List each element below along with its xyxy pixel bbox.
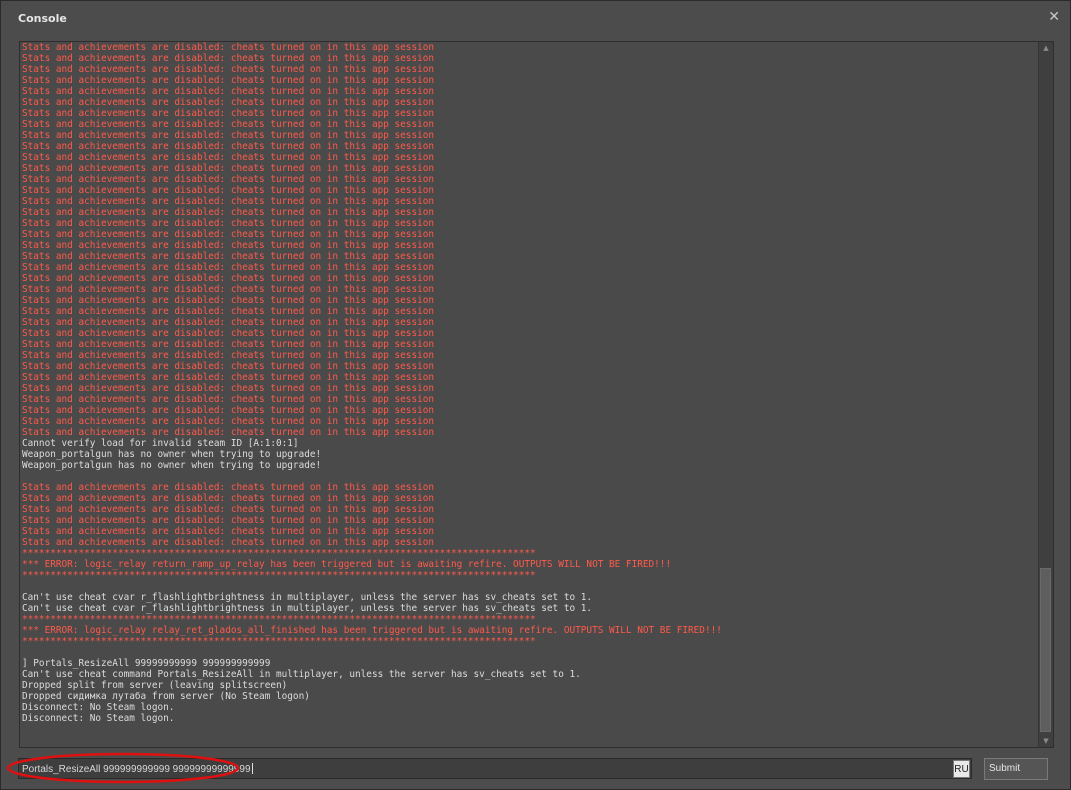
scroll-down-arrow-icon[interactable]: ▼	[1039, 735, 1053, 747]
log-line: Stats and achievements are disabled: che…	[22, 361, 435, 372]
command-input-text[interactable]: Portals_ResizeAll 999999999999 999999999…	[22, 763, 253, 775]
log-line: Stats and achievements are disabled: che…	[22, 504, 435, 515]
log-line: Stats and achievements are disabled: che…	[22, 284, 435, 295]
console-window: Console ✕ Stats and achievements are dis…	[0, 0, 1071, 790]
log-line: Stats and achievements are disabled: che…	[22, 86, 435, 97]
log-line: Can't use cheat cvar r_flashlightbrightn…	[22, 592, 593, 603]
log-line: Dropped сидимка лутаба from server (No S…	[22, 691, 310, 702]
log-line: Stats and achievements are disabled: che…	[22, 372, 435, 383]
log-line: Stats and achievements are disabled: che…	[22, 350, 435, 361]
log-line: Can't use cheat cvar r_flashlightbrightn…	[22, 603, 593, 614]
close-icon[interactable]: ✕	[1048, 10, 1060, 24]
log-line: ****************************************…	[22, 614, 536, 625]
log-line: Stats and achievements are disabled: che…	[22, 152, 435, 163]
command-input[interactable]: Portals_ResizeAll 999999999999 999999999…	[18, 758, 972, 779]
log-line: Stats and achievements are disabled: che…	[22, 240, 435, 251]
language-indicator[interactable]: RU	[953, 760, 970, 778]
log-line: Disconnect: No Steam logon.	[22, 713, 175, 724]
log-line: Stats and achievements are disabled: che…	[22, 339, 435, 350]
scroll-up-arrow-icon[interactable]: ▲	[1039, 42, 1053, 54]
log-line: Stats and achievements are disabled: che…	[22, 108, 435, 119]
log-line: Stats and achievements are disabled: che…	[22, 306, 435, 317]
log-line: Stats and achievements are disabled: che…	[22, 64, 435, 75]
vertical-scrollbar[interactable]: ▲ ▼	[1038, 42, 1053, 747]
log-line: Stats and achievements are disabled: che…	[22, 416, 435, 427]
log-line: Stats and achievements are disabled: che…	[22, 251, 435, 262]
log-line: Stats and achievements are disabled: che…	[22, 537, 435, 548]
console-output[interactable]: Stats and achievements are disabled: che…	[19, 41, 1054, 748]
log-line: Weapon_portalgun has no owner when tryin…	[22, 460, 322, 471]
log-line: Stats and achievements are disabled: che…	[22, 526, 435, 537]
log-line: Stats and achievements are disabled: che…	[22, 383, 435, 394]
log-line: *** ERROR: logic_relay return_ramp_up_re…	[22, 559, 672, 570]
log-line: Stats and achievements are disabled: che…	[22, 405, 435, 416]
log-line: Stats and achievements are disabled: che…	[22, 482, 435, 493]
log-line: Stats and achievements are disabled: che…	[22, 427, 435, 438]
log-line: Stats and achievements are disabled: che…	[22, 119, 435, 130]
log-line: Stats and achievements are disabled: che…	[22, 295, 435, 306]
log-line: Stats and achievements are disabled: che…	[22, 317, 435, 328]
log-line: *** ERROR: logic_relay relay_ret_glados_…	[22, 625, 722, 636]
log-line: Stats and achievements are disabled: che…	[22, 229, 435, 240]
log-line: Cannot verify load for invalid steam ID …	[22, 438, 299, 449]
log-line: Can't use cheat command Portals_ResizeAl…	[22, 669, 581, 680]
scrollbar-thumb[interactable]	[1040, 568, 1051, 732]
log-line: Stats and achievements are disabled: che…	[22, 207, 435, 218]
log-line: Stats and achievements are disabled: che…	[22, 141, 435, 152]
log-line: ] Portals_ResizeAll 99999999999 99999999…	[22, 658, 271, 669]
log-line: ****************************************…	[22, 548, 536, 559]
submit-button[interactable]: Submit	[984, 758, 1048, 780]
log-line: Stats and achievements are disabled: che…	[22, 196, 435, 207]
log-line: Weapon_portalgun has no owner when tryin…	[22, 449, 322, 460]
log-line: Stats and achievements are disabled: che…	[22, 53, 435, 64]
title-bar[interactable]: Console ✕	[1, 1, 1070, 35]
log-line: ****************************************…	[22, 570, 536, 581]
log-line: Stats and achievements are disabled: che…	[22, 493, 435, 504]
log-line: Stats and achievements are disabled: che…	[22, 515, 435, 526]
log-line: Stats and achievements are disabled: che…	[22, 185, 435, 196]
log-line: Stats and achievements are disabled: che…	[22, 328, 435, 339]
log-line: Stats and achievements are disabled: che…	[22, 130, 435, 141]
log-line: Stats and achievements are disabled: che…	[22, 218, 435, 229]
text-caret	[251, 763, 253, 774]
log-line: Dropped split from server (leaving split…	[22, 680, 288, 691]
log-line: Stats and achievements are disabled: che…	[22, 75, 435, 86]
log-line: ****************************************…	[22, 636, 536, 647]
log-line: Stats and achievements are disabled: che…	[22, 262, 435, 273]
log-line: Stats and achievements are disabled: che…	[22, 42, 435, 53]
log-line: Stats and achievements are disabled: che…	[22, 163, 435, 174]
log-line: Stats and achievements are disabled: che…	[22, 394, 435, 405]
log-line: Stats and achievements are disabled: che…	[22, 97, 435, 108]
log-line: Stats and achievements are disabled: che…	[22, 174, 435, 185]
console-lines: Stats and achievements are disabled: che…	[22, 42, 1037, 724]
window-title: Console	[18, 12, 67, 25]
log-line: Stats and achievements are disabled: che…	[22, 273, 435, 284]
log-line: Disconnect: No Steam logon.	[22, 702, 175, 713]
